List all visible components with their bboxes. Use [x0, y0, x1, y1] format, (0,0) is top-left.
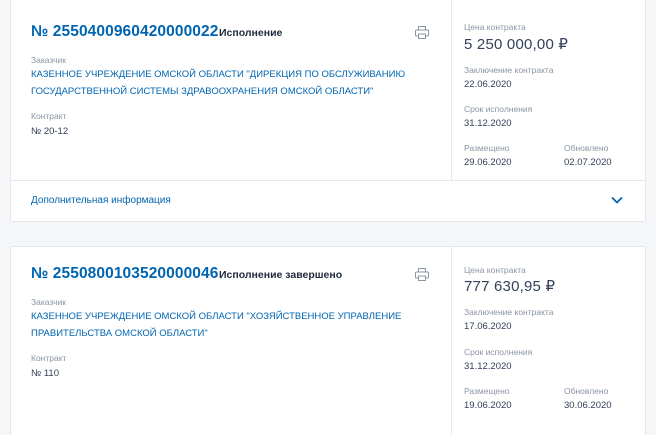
customer-label: Заказчик — [31, 55, 66, 65]
term-label: Срок исполнения — [464, 347, 533, 357]
registry-number-link[interactable]: № 2550800103520000046 — [31, 265, 218, 283]
customer-link[interactable]: КАЗЕННОЕ УЧРЕЖДЕНИЕ ОМСКОЙ ОБЛАСТИ "ДИРЕ… — [31, 66, 431, 100]
chevron-down-icon[interactable] — [611, 196, 623, 205]
updated-label: Обновлено — [564, 386, 609, 396]
status-badge: Исполнение — [219, 27, 283, 39]
contract-value: № 20-12 — [31, 126, 69, 137]
customer-label: Заказчик — [31, 297, 66, 307]
price-label: Цена контракта — [464, 265, 526, 275]
price-value: 5 250 000,00 ₽ — [464, 36, 569, 53]
contract-side-info: Цена контракта 5 250 000,00 ₽ Заключение… — [451, 0, 645, 180]
contract-value: № 110 — [31, 368, 59, 379]
placed-date: 29.06.2020 — [464, 157, 512, 168]
status-badge: Исполнение завершено — [219, 269, 343, 281]
contract-label: Контракт — [31, 111, 67, 121]
placed-label: Размещено — [464, 386, 510, 396]
term-date: 31.12.2020 — [464, 361, 512, 372]
conclusion-label: Заключение контракта — [464, 307, 554, 317]
additional-info-label[interactable]: Дополнительная информация — [31, 195, 171, 206]
updated-date: 30.06.2020 — [564, 400, 612, 411]
customer-link[interactable]: КАЗЕННОЕ УЧРЕЖДЕНИЕ ОМСКОЙ ОБЛАСТИ "ХОЗЯ… — [31, 308, 431, 342]
term-date: 31.12.2020 — [464, 118, 512, 129]
conclusion-date: 22.06.2020 — [464, 79, 512, 90]
contract-side-info: Цена контракта 777 630,95 ₽ Заключение к… — [451, 247, 645, 435]
printer-icon[interactable] — [415, 26, 429, 39]
printer-icon[interactable] — [415, 268, 429, 281]
placed-label: Размещено — [464, 143, 510, 153]
additional-info-toggle[interactable]: Дополнительная информация — [11, 180, 645, 221]
term-label: Срок исполнения — [464, 104, 533, 114]
conclusion-label: Заключение контракта — [464, 65, 554, 75]
updated-date: 02.07.2020 — [564, 157, 612, 168]
price-label: Цена контракта — [464, 22, 526, 32]
contract-label: Контракт — [31, 353, 67, 363]
price-value: 777 630,95 ₽ — [464, 278, 556, 295]
contract-card-2: № 2550800103520000046 Исполнение заверше… — [10, 246, 646, 435]
conclusion-date: 17.06.2020 — [464, 321, 512, 332]
updated-label: Обновлено — [564, 143, 609, 153]
placed-date: 19.06.2020 — [464, 400, 512, 411]
contract-card-1: № 2550400960420000022 Исполнение Заказчи… — [10, 0, 646, 222]
registry-number-link[interactable]: № 2550400960420000022 — [31, 23, 218, 41]
